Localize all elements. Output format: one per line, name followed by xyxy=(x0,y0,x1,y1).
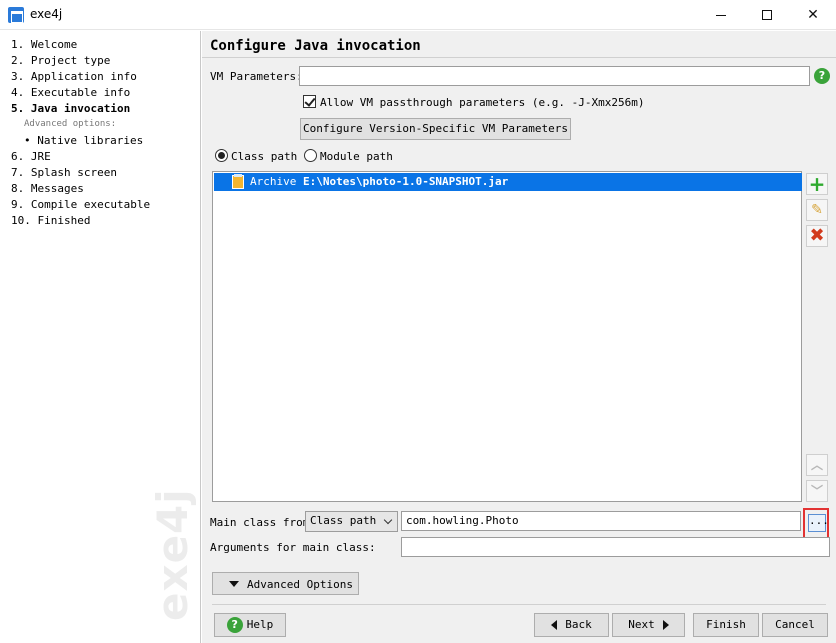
class-path-entry-text: Archive E:\Notes\photo-1.0-SNAPSHOT.jar xyxy=(250,175,508,188)
main-panel: Configure Java invocation VM Parameters:… xyxy=(202,31,836,643)
remove-entry-button[interactable]: ✖ xyxy=(806,225,828,247)
exe4j-watermark: exe4j xyxy=(148,488,197,621)
minimize-icon xyxy=(716,14,726,16)
minimize-button[interactable] xyxy=(698,0,744,30)
step-jre[interactable]: 6. JRE xyxy=(11,150,51,163)
vm-help-icon[interactable]: ? xyxy=(814,68,830,84)
arrow-left-icon xyxy=(551,620,558,630)
step-welcome[interactable]: 1. Welcome xyxy=(11,38,77,51)
module-path-radio[interactable] xyxy=(304,149,317,162)
class-path-list[interactable]: Archive E:\Notes\photo-1.0-SNAPSHOT.jar xyxy=(212,171,802,502)
step-native-libraries[interactable]: • Native libraries xyxy=(24,134,143,147)
jar-archive-icon xyxy=(232,174,244,189)
passthrough-checkbox[interactable] xyxy=(303,95,316,108)
footer-divider xyxy=(212,604,826,605)
entry-path: E:\Notes\photo-1.0-SNAPSHOT.jar xyxy=(302,175,509,188)
triangle-down-icon xyxy=(229,581,239,587)
close-button[interactable]: ✕ xyxy=(790,0,836,30)
passthrough-label: Allow VM passthrough parameters (e.g. -J… xyxy=(320,96,645,109)
wizard-steps-sidebar: 1. Welcome 2. Project type 3. Applicatio… xyxy=(0,31,201,643)
advanced-options-button[interactable]: Advanced Options xyxy=(212,572,359,595)
help-button-label: Help xyxy=(246,618,274,631)
main-class-source-value: Class path xyxy=(310,514,377,527)
step-splash-screen[interactable]: 7. Splash screen xyxy=(11,166,117,179)
edit-entry-button[interactable]: ✎ xyxy=(806,199,828,221)
main-class-label: Main class from xyxy=(210,516,310,529)
advanced-options-label: Advanced Options xyxy=(247,578,353,591)
main-class-source-select[interactable]: Class path xyxy=(305,511,398,532)
title-divider xyxy=(202,57,836,58)
vm-parameters-label: VM Parameters: xyxy=(210,70,303,83)
step-java-invocation[interactable]: 5. Java invocation xyxy=(11,102,130,115)
add-entry-button[interactable]: + xyxy=(806,173,828,195)
step-messages[interactable]: 8. Messages xyxy=(11,182,84,195)
module-path-radio-label: Module path xyxy=(320,150,393,163)
page-title: Configure Java invocation xyxy=(210,38,421,54)
vm-parameters-input[interactable] xyxy=(299,66,810,86)
help-icon: ? xyxy=(226,617,243,633)
title-bar: exe4j ✕ xyxy=(0,0,836,30)
highlight-box xyxy=(803,508,829,539)
step-advanced-options-heading: Advanced options: xyxy=(24,119,117,129)
move-down-button[interactable]: ﹀ xyxy=(806,480,828,502)
class-path-entry[interactable]: Archive E:\Notes\photo-1.0-SNAPSHOT.jar xyxy=(214,173,802,191)
exe4j-app-icon xyxy=(8,7,24,23)
maximize-button[interactable] xyxy=(744,0,790,30)
finish-button[interactable]: Finish xyxy=(693,613,759,637)
cancel-button[interactable]: Cancel xyxy=(762,613,828,637)
main-class-input[interactable]: com.howling.Photo xyxy=(401,511,801,531)
next-button[interactable]: Next xyxy=(612,613,685,637)
move-up-button[interactable]: ︿ xyxy=(806,454,828,476)
back-button[interactable]: Back xyxy=(534,613,609,637)
help-button[interactable]: ? Help xyxy=(214,613,286,637)
arguments-label: Arguments for main class: xyxy=(210,541,376,554)
arrow-right-icon xyxy=(662,620,669,630)
maximize-icon xyxy=(762,10,772,20)
next-button-label: Next xyxy=(628,618,655,631)
step-application-info[interactable]: 3. Application info xyxy=(11,70,137,83)
arguments-input[interactable] xyxy=(401,537,830,557)
step-compile-executable[interactable]: 9. Compile executable xyxy=(11,198,150,211)
back-button-label: Back xyxy=(565,618,592,631)
entry-type: Archive xyxy=(250,175,297,188)
class-path-radio[interactable] xyxy=(215,149,228,162)
class-path-radio-label: Class path xyxy=(231,150,298,163)
step-finished[interactable]: 10. Finished xyxy=(11,214,90,227)
step-executable-info[interactable]: 4. Executable info xyxy=(11,86,130,99)
step-project-type[interactable]: 2. Project type xyxy=(11,54,110,67)
version-specific-vm-button[interactable]: Configure Version-Specific VM Parameters xyxy=(300,118,571,140)
window-title: exe4j xyxy=(30,7,63,21)
chevron-down-icon xyxy=(383,515,393,525)
